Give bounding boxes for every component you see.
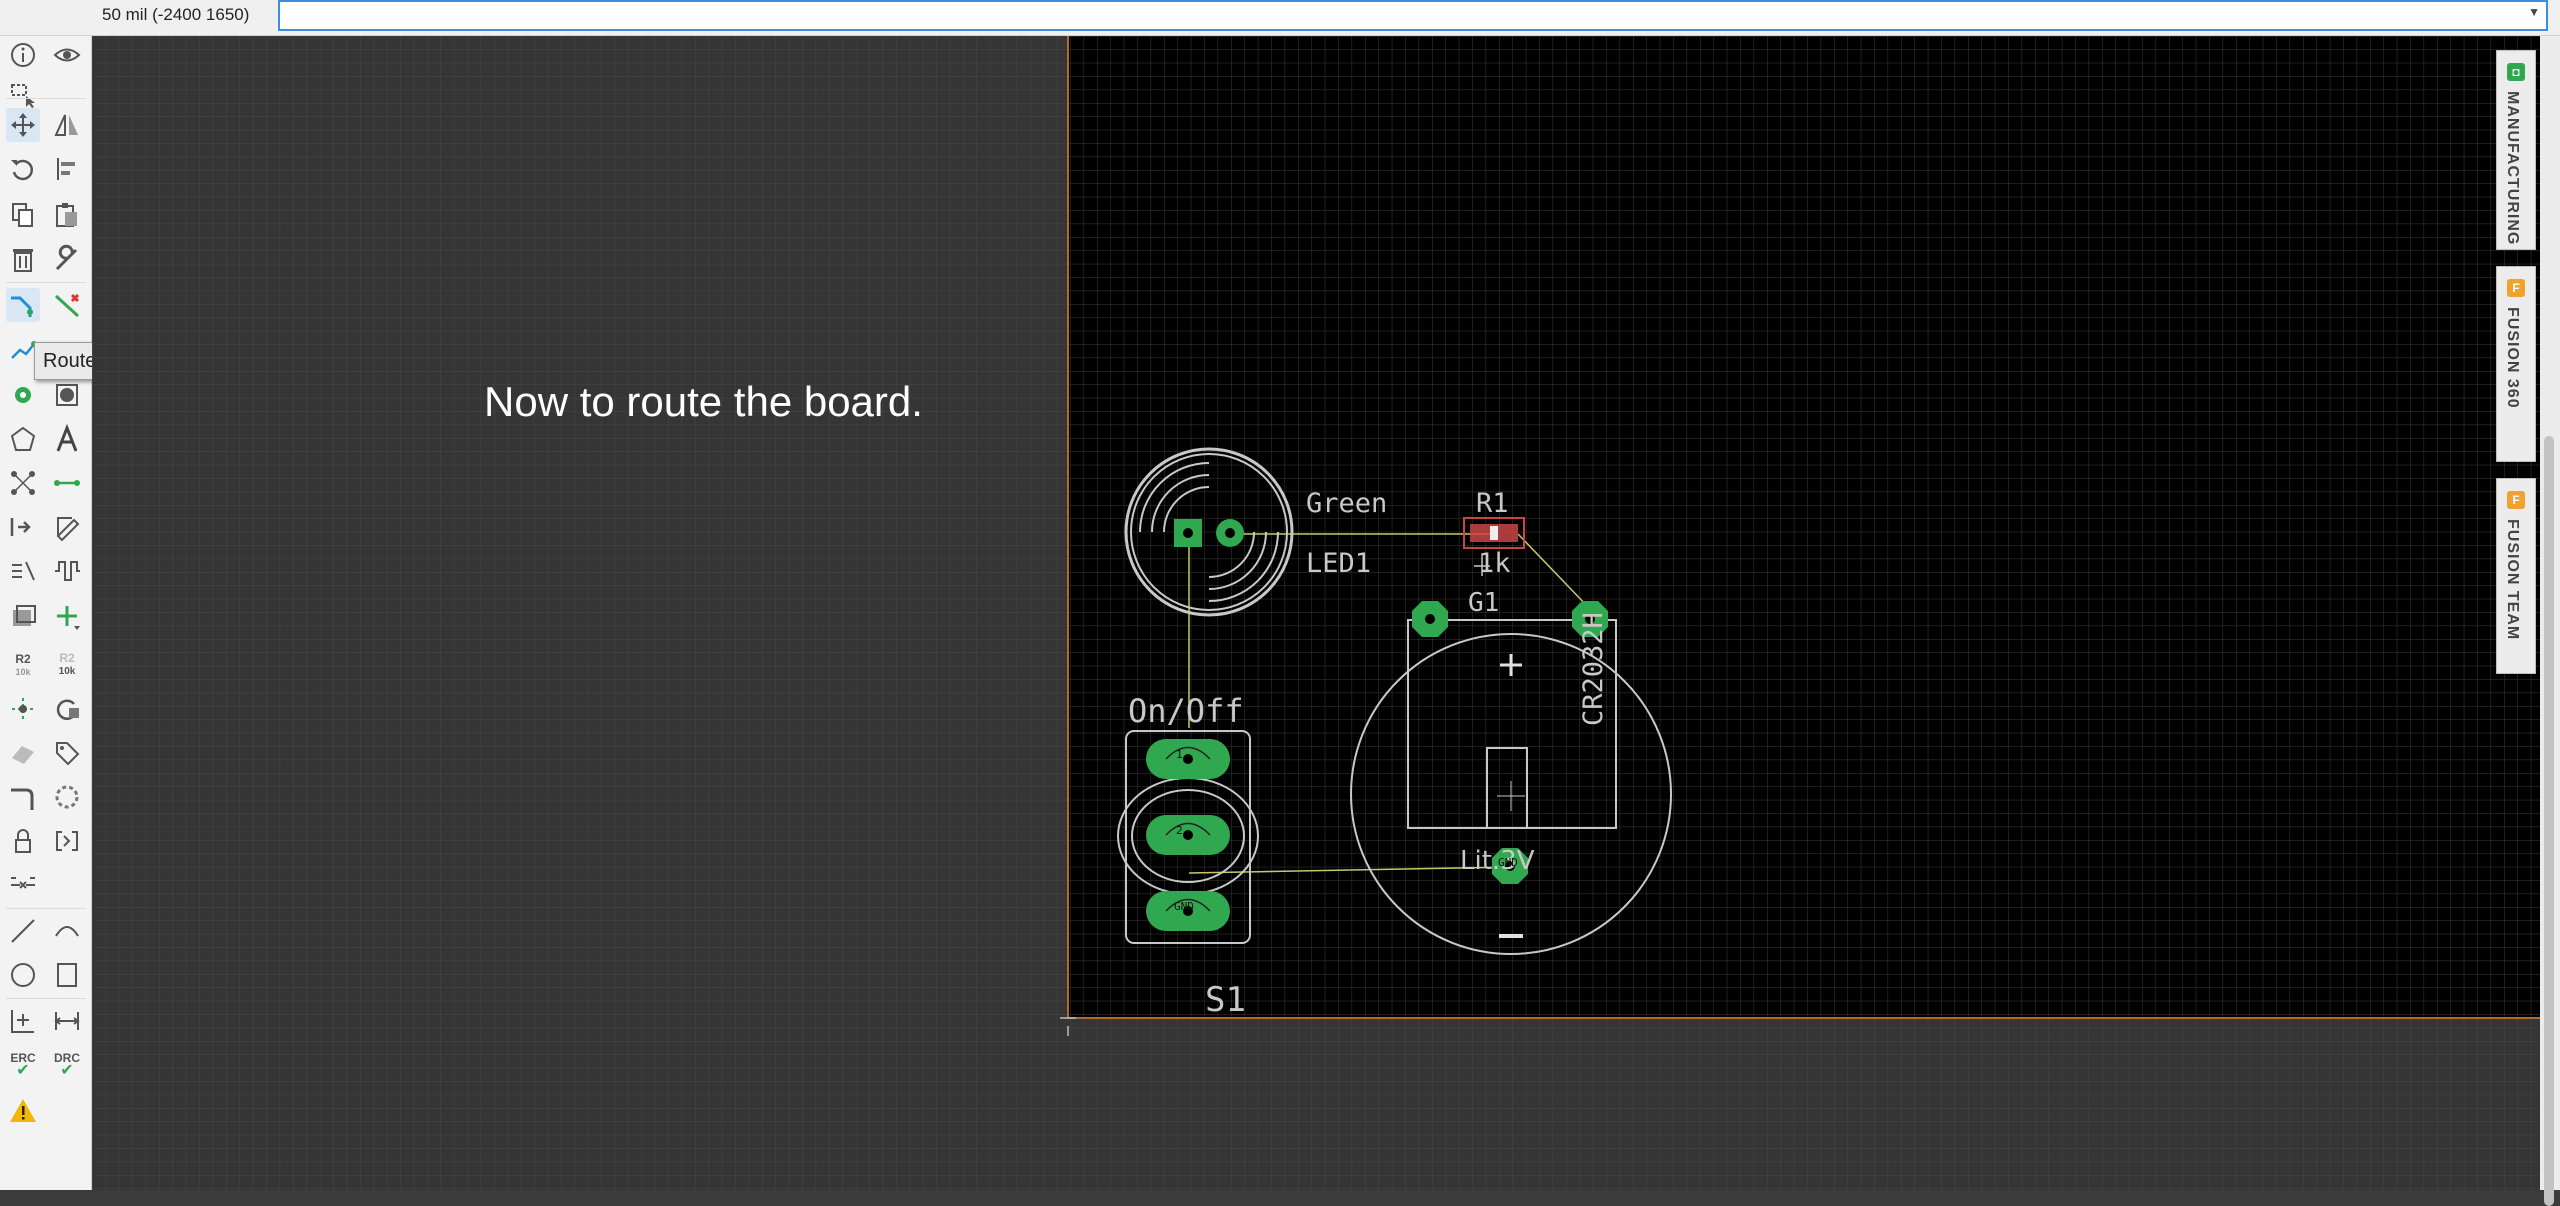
via-icon[interactable] bbox=[6, 378, 40, 412]
switch-pad-2: 2 bbox=[1176, 824, 1183, 837]
led-value-label: Green bbox=[1306, 488, 1388, 519]
select-group-icon[interactable] bbox=[6, 78, 40, 112]
copy-icon[interactable] bbox=[6, 198, 40, 232]
change-icon[interactable] bbox=[50, 510, 84, 544]
board-area bbox=[1060, 36, 2540, 1036]
value-tool-label: R2 bbox=[59, 651, 75, 665]
align-icon[interactable] bbox=[50, 152, 84, 186]
rectangle-icon[interactable] bbox=[50, 958, 84, 992]
line-icon[interactable] bbox=[6, 914, 40, 948]
caption-text: Now to route the board. bbox=[484, 378, 923, 425]
resistor-value-label: 1k bbox=[1478, 548, 1511, 579]
delete-icon[interactable] bbox=[6, 242, 40, 276]
move-icon[interactable] bbox=[6, 108, 40, 142]
circle-icon[interactable] bbox=[6, 958, 40, 992]
fusion-360-icon: F bbox=[2507, 279, 2525, 297]
lock-icon[interactable] bbox=[6, 824, 40, 858]
optimize-icon[interactable] bbox=[50, 780, 84, 814]
tag-icon[interactable] bbox=[50, 736, 84, 770]
scrollbar-thumb[interactable] bbox=[2544, 436, 2554, 1206]
check-icon: ✔ bbox=[16, 1062, 30, 1079]
value-tool[interactable]: R2 10k bbox=[50, 648, 84, 682]
switch-name-label: S1 bbox=[1205, 980, 1246, 1020]
wrench-icon[interactable] bbox=[50, 242, 84, 276]
top-bar: 50 mil (-2400 1650) ▼ bbox=[0, 0, 2560, 36]
meander-icon[interactable] bbox=[50, 554, 84, 588]
hole-icon[interactable] bbox=[50, 378, 84, 412]
eraser-icon[interactable] bbox=[6, 736, 40, 770]
value-tool-sub: 10k bbox=[58, 666, 76, 677]
add-part-icon[interactable] bbox=[6, 600, 40, 634]
polygon-icon[interactable] bbox=[6, 422, 40, 456]
name-tool-label: R2 bbox=[15, 651, 31, 666]
coordinate-readout: 50 mil (-2400 1650) bbox=[102, 5, 250, 24]
battery-name-label: G1 bbox=[1468, 588, 1500, 618]
signal-icon[interactable] bbox=[50, 466, 84, 500]
drc-button[interactable]: DRC ✔ bbox=[50, 1048, 84, 1082]
ripup-icon[interactable] bbox=[50, 288, 84, 322]
switch-pad-gnd: GND bbox=[1174, 900, 1194, 913]
tab-fusion-team[interactable]: F FUSION TEAM bbox=[2496, 478, 2536, 674]
tab-manufacturing-label: MANUFACTURING bbox=[2504, 91, 2521, 246]
join-icon[interactable] bbox=[6, 868, 40, 902]
chevron-down-icon[interactable]: ▼ bbox=[2528, 5, 2540, 19]
battery-package-label: CR2032H bbox=[1578, 612, 1609, 726]
miter-icon[interactable] bbox=[6, 780, 40, 814]
eye-icon[interactable] bbox=[50, 38, 84, 72]
paste-icon[interactable] bbox=[50, 198, 84, 232]
switch-pad-1: 1 bbox=[1176, 748, 1183, 761]
tool-palette: R2 10k R2 10k ERC ✔ DRC ✔ bbox=[0, 36, 92, 1190]
route-manual-icon[interactable] bbox=[6, 288, 40, 322]
battery-pad-gnd: GND bbox=[1498, 856, 1518, 869]
resistor-name-label: R1 bbox=[1476, 488, 1509, 519]
mark-icon[interactable] bbox=[6, 1004, 40, 1038]
warning-icon[interactable] bbox=[6, 1094, 40, 1128]
smash-icon[interactable] bbox=[6, 692, 40, 726]
attribute-icon[interactable] bbox=[6, 510, 40, 544]
replace-icon[interactable] bbox=[50, 692, 84, 726]
split-icon[interactable] bbox=[6, 554, 40, 588]
ratsnest-icon[interactable] bbox=[6, 466, 40, 500]
manufacturing-icon: ◘ bbox=[2507, 63, 2525, 81]
tab-fusion-team-label: FUSION TEAM bbox=[2504, 519, 2521, 641]
board-canvas[interactable]: Green LED1 R1 1k G1 CR2032H Lit.3V On/Of… bbox=[92, 36, 2540, 1190]
arc-icon[interactable] bbox=[50, 914, 84, 948]
tab-manufacturing[interactable]: ◘ MANUFACTURING bbox=[2496, 50, 2536, 250]
led-name-label: LED1 bbox=[1306, 548, 1372, 579]
rotate-icon[interactable] bbox=[6, 152, 40, 186]
tab-fusion-360[interactable]: F FUSION 360 bbox=[2496, 266, 2536, 462]
erc-button[interactable]: ERC ✔ bbox=[6, 1048, 40, 1082]
add-pad-icon[interactable] bbox=[50, 600, 84, 634]
vertical-scrollbar[interactable] bbox=[2540, 36, 2560, 1206]
mirror-icon[interactable] bbox=[50, 108, 84, 142]
text-icon[interactable] bbox=[50, 422, 84, 456]
info-icon[interactable] bbox=[6, 38, 40, 72]
switch-value-label: On/Off bbox=[1128, 692, 1244, 730]
check-icon: ✔ bbox=[60, 1062, 74, 1079]
dimension-icon[interactable] bbox=[50, 1004, 84, 1038]
tab-fusion-360-label: FUSION 360 bbox=[2504, 307, 2521, 409]
command-line-input[interactable]: ▼ bbox=[278, 0, 2548, 31]
fusion-team-icon: F bbox=[2507, 491, 2525, 509]
name-tool-sub: 10k bbox=[15, 666, 31, 677]
name-tool[interactable]: R2 10k bbox=[6, 648, 40, 682]
slice-icon[interactable] bbox=[50, 824, 84, 858]
